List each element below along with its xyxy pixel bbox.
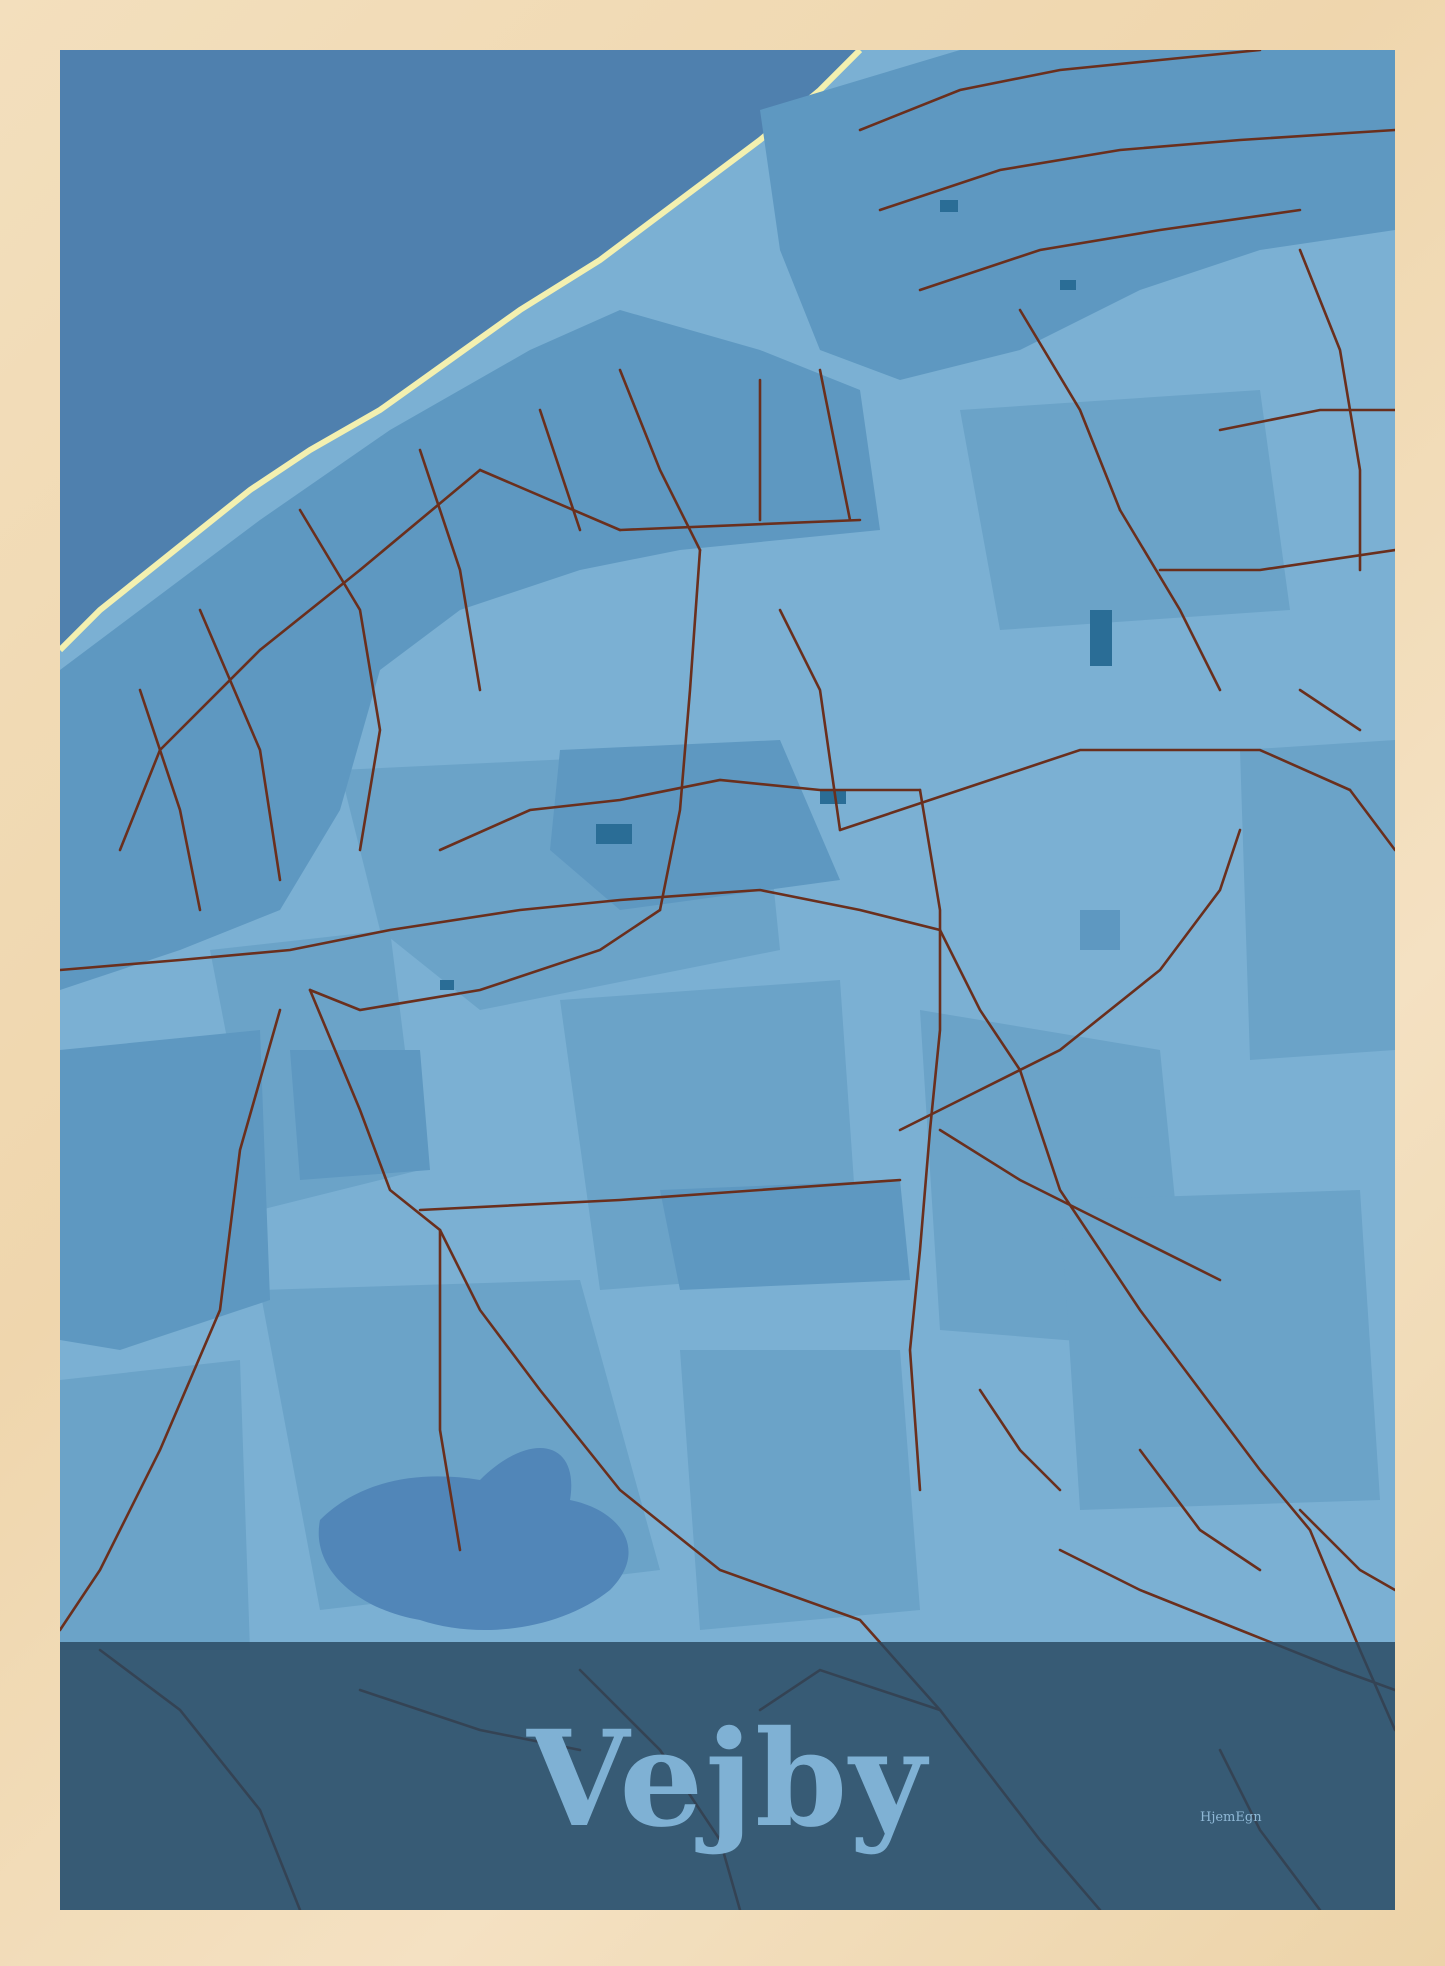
map-poster: Vejby HjemEgn: [60, 50, 1395, 1910]
place-name-title: Vejby: [526, 1702, 929, 1857]
street-map: [60, 50, 1395, 1910]
brand-mark: HjemEgn: [1200, 1810, 1262, 1825]
